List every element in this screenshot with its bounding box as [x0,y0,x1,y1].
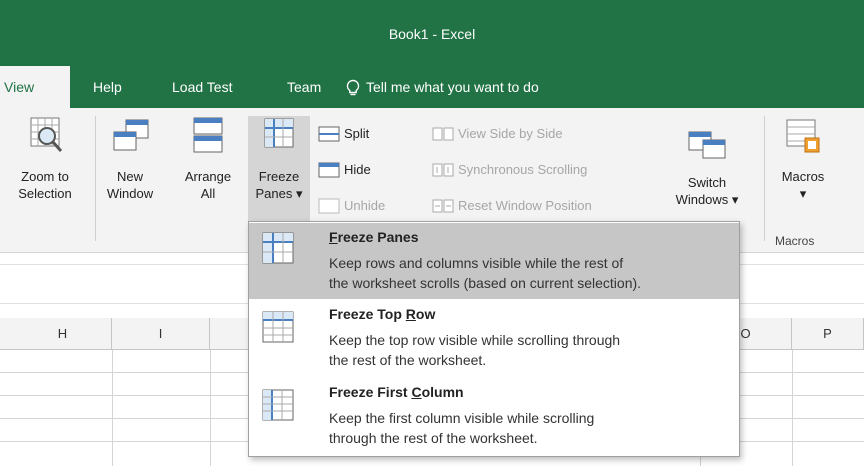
tab-team[interactable]: Team [287,66,321,108]
menu-item-freeze-top-row[interactable]: Freeze Top Row Keep the top row visible … [249,302,739,378]
freeze-panes-icon [264,118,294,148]
menu-item-description: Keep rows and columns visible while the … [329,253,734,293]
grid-line [112,350,113,466]
unhide-icon [318,198,340,214]
column-header-i[interactable]: I [112,318,210,350]
hide-button[interactable]: Hide [318,158,418,182]
description-line: the worksheet scrolls (based on current … [329,275,642,291]
reset-window-position-label: Reset Window Position [458,198,592,213]
freeze-panes-menu: Freeze Panes Keep rows and columns visib… [248,221,740,457]
menu-item-description: Keep the first column visible while scro… [329,408,734,448]
arrange-all-label-1: Arrange [184,169,232,184]
switch-windows-label-1: Switch [687,175,727,190]
view-side-by-side-label: View Side by Side [458,126,563,141]
title-text: ow [415,306,436,322]
freeze-panes-icon [262,232,294,264]
title-text: Freeze Top [329,306,406,322]
column-header-h[interactable]: H [14,318,112,350]
view-side-by-side-button[interactable]: View Side by Side [432,122,652,146]
description-line: the rest of the worksheet. [329,352,487,368]
window-title: Book1 - Excel [388,26,476,42]
new-window-label-1: New [116,169,143,184]
new-window-button[interactable]: New Window [100,116,160,202]
macros-button[interactable]: Macros ▾ [772,116,834,202]
macros-icon [786,119,820,153]
unhide-label: Unhide [344,198,386,213]
split-button[interactable]: Split [318,122,418,146]
reset-window-position-button[interactable]: Reset Window Position [432,194,652,218]
description-line: through the rest of the worksheet. [329,430,538,446]
freeze-panes-label-2: Panes ▾ [255,186,303,201]
zoom-to-selection-button[interactable]: Zoom to Selection [0,116,90,202]
menu-item-freeze-panes[interactable]: Freeze Panes Keep rows and columns visib… [249,223,739,299]
access-key: C [411,384,422,400]
zoom-to-selection-label-2: Selection [18,186,72,201]
view-side-by-side-icon [432,127,454,141]
freeze-first-column-icon [262,389,294,421]
menu-item-description: Keep the top row visible while scrolling… [329,330,734,370]
menu-item-title: Freeze First Column [329,384,464,400]
synchronous-scrolling-button[interactable]: Synchronous Scrolling [432,158,652,182]
synchronous-scrolling-icon [432,163,454,177]
freeze-top-row-icon [262,311,294,343]
arrange-all-label-2: All [200,186,216,201]
ribbon-tab-strip: View Help Load Test Team Tell me what yo… [0,66,864,108]
menu-item-freeze-first-column[interactable]: Freeze First Column Keep the first colum… [249,380,739,456]
title-text: olumn [421,384,464,400]
zoom-to-selection-label-1: Zoom to [21,169,69,184]
zoom-to-selection-icon [30,117,63,152]
arrange-all-icon [193,117,223,153]
menu-item-title: Freeze Panes [329,229,419,245]
freeze-panes-label-1: Freeze [258,169,300,184]
switch-windows-label-2: Windows ▾ [675,192,739,207]
reset-window-position-icon [432,199,454,213]
group-separator [95,116,96,241]
grid-line [792,350,793,466]
unhide-button[interactable]: Unhide [318,194,418,218]
tell-me-label: Tell me what you want to do [366,79,539,95]
description-line: Keep the first column visible while scro… [329,410,595,426]
tab-load-test[interactable]: Load Test [172,66,232,108]
column-header-p[interactable]: P [792,318,864,350]
switch-windows-icon [688,131,726,159]
hide-label: Hide [344,162,371,177]
access-key: R [405,306,416,322]
description-line: Keep the top row visible while scrolling… [329,332,621,348]
lightbulb-icon [346,79,360,96]
hide-icon [318,162,340,178]
macros-label-2: ▾ [799,186,807,201]
access-key: F [329,229,338,245]
tab-help[interactable]: Help [93,66,122,108]
title-text: reeze Panes [337,229,419,245]
group-label-macros: Macros [775,234,815,248]
synchronous-scrolling-label: Synchronous Scrolling [458,162,588,177]
macros-label-1: Macros [781,169,825,184]
menu-item-title: Freeze Top Row [329,306,435,322]
split-icon [318,126,340,142]
tab-view[interactable]: View [0,66,70,108]
description-line: Keep rows and columns visible while the … [329,255,624,271]
title-text: Freeze First [329,384,412,400]
arrange-all-button[interactable]: Arrange All [172,116,244,202]
new-window-icon [113,119,149,151]
new-window-label-2: Window [106,186,154,201]
grid-line [210,350,211,466]
group-separator [764,116,765,241]
switch-windows-button[interactable]: Switch Windows ▾ [668,128,746,208]
split-label: Split [344,126,370,141]
title-bar: Book1 - Excel [0,0,864,66]
